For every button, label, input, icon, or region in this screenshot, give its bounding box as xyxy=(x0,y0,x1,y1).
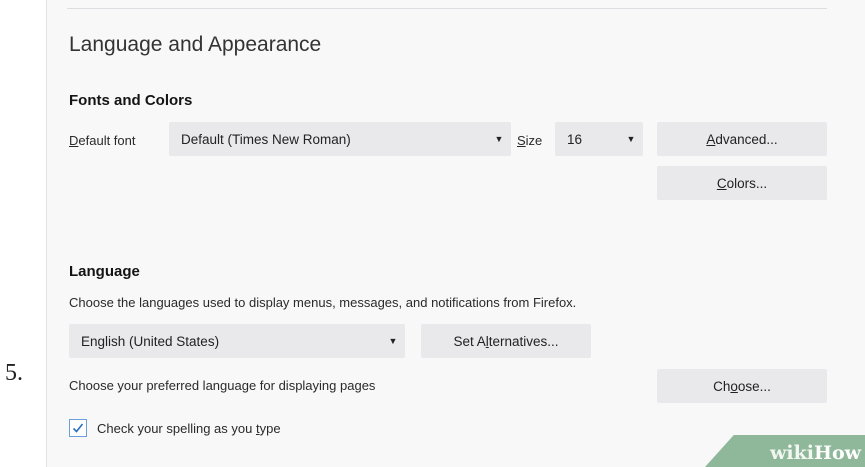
size-label: Size xyxy=(517,133,543,148)
language-select[interactable]: English (United States) ▼ xyxy=(69,324,405,358)
default-font-label: Default font xyxy=(69,133,136,148)
advanced-button[interactable]: Advanced... xyxy=(657,122,827,156)
font-size-value: 16 xyxy=(567,131,583,147)
section-title: Language and Appearance xyxy=(69,33,322,56)
dropdown-arrow-icon: ▼ xyxy=(388,336,398,346)
settings-panel: Language and Appearance Fonts and Colors… xyxy=(46,0,865,467)
default-font-value: Default (Times New Roman) xyxy=(181,131,351,147)
checkmark-icon xyxy=(72,423,84,433)
fonts-colors-heading: Fonts and Colors xyxy=(69,92,193,109)
divider xyxy=(67,8,827,9)
language-heading: Language xyxy=(69,263,140,280)
pages-language-prompt: Choose your preferred language for displ… xyxy=(69,378,376,393)
colors-button[interactable]: Colors... xyxy=(657,166,827,200)
step-number: 5. xyxy=(5,360,23,386)
dropdown-arrow-icon: ▼ xyxy=(626,134,636,144)
spellcheck-label: Check your spelling as you type xyxy=(97,421,281,436)
language-description: Choose the languages used to display men… xyxy=(69,295,577,310)
spellcheck-checkbox[interactable] xyxy=(69,419,87,437)
font-size-select[interactable]: 16 ▼ xyxy=(555,122,643,156)
wikihow-watermark: wikiHow xyxy=(705,435,865,467)
set-alternatives-button[interactable]: Set Al ternatives... xyxy=(421,324,591,358)
choose-button[interactable]: Ch o ose... xyxy=(657,369,827,403)
dropdown-arrow-icon: ▼ xyxy=(494,134,504,144)
language-value: English (United States) xyxy=(81,333,220,349)
default-font-select[interactable]: Default (Times New Roman) ▼ xyxy=(169,122,511,156)
